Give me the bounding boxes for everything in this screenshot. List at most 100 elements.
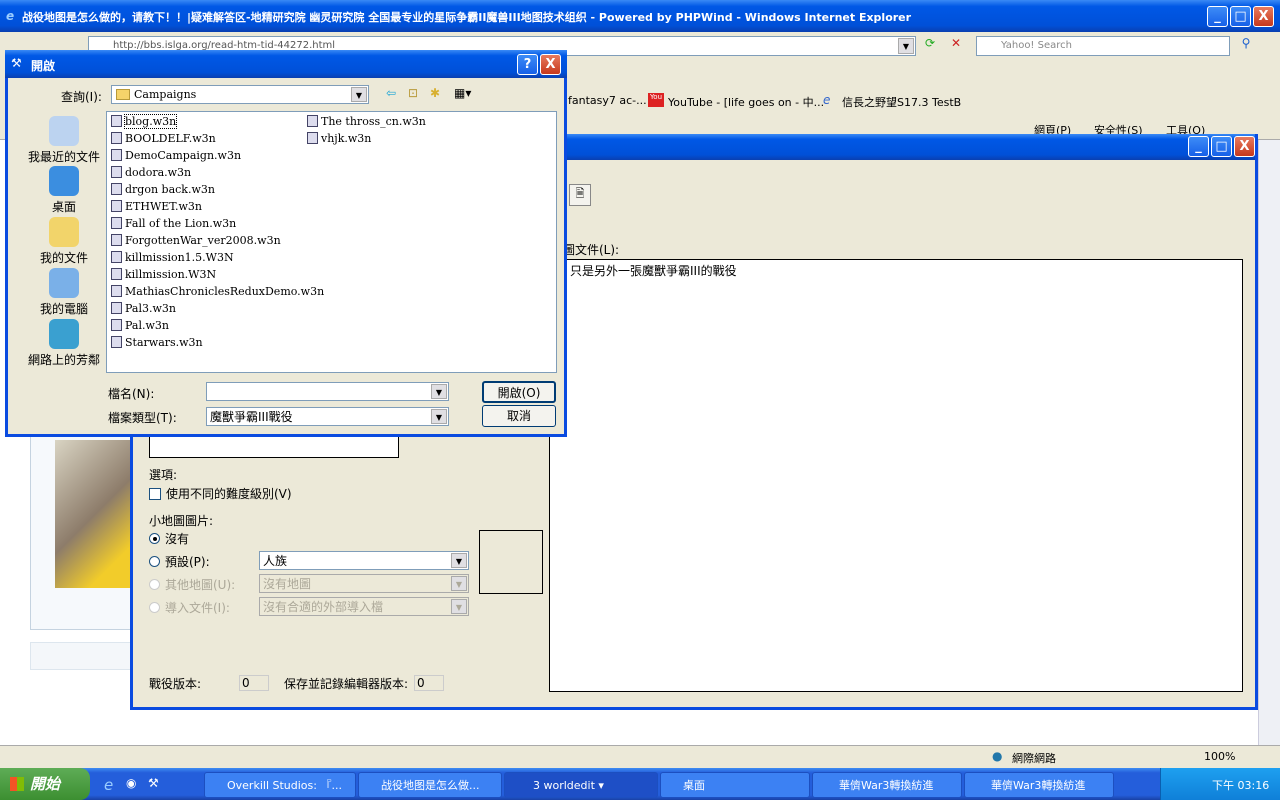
start-button[interactable]: 開始 [0,768,90,800]
quicklaunch-ie-icon[interactable]: e [104,776,113,794]
file-item[interactable]: dodora.w3n [111,164,191,181]
file-item[interactable]: BOOLDELF.w3n [111,130,216,147]
view-menu-icon[interactable]: ▦▾ [454,86,471,100]
minimize-button[interactable]: _ [1188,136,1209,157]
avatar-photo [55,440,135,588]
place-network[interactable]: 網路上的芳鄰 [20,319,108,368]
import-select[interactable]: 沒有合適的外部導入檔 ▼ [259,597,469,616]
close-button[interactable]: X [1253,6,1274,27]
file-item[interactable]: Starwars.w3n [111,334,203,351]
file-item[interactable]: Pal.w3n [111,317,169,334]
filetype-select[interactable]: 魔獸爭霸III戰役 ▼ [206,407,449,426]
filename-input[interactable]: ▼ [206,382,449,401]
radio-none[interactable]: 沒有 [149,530,189,547]
default-select[interactable]: 人族 ▼ [259,551,469,570]
ie-page-icon: e [823,93,831,107]
radio-default[interactable]: 預設(P): [149,553,210,570]
campaign-file-icon [111,234,122,246]
quicklaunch-worldedit-icon[interactable]: ⚒ [148,776,159,790]
stop-icon[interactable]: ✕ [946,36,966,56]
favorite-link[interactable]: 信長之野望S17.3 TestB [842,94,961,110]
maximize-button[interactable]: □ [1230,6,1251,27]
file-item[interactable]: The thross_cn.w3n [307,113,426,130]
minimap-label: 小地圖圖片: [149,514,214,528]
campaign-file-icon [111,268,122,280]
search-input[interactable]: Yahoo! Search [976,36,1230,56]
file-item[interactable]: DemoCampaign.w3n [111,147,241,164]
new-folder-icon[interactable]: ✱ [430,86,440,100]
search-icon[interactable]: ⚲ [1236,36,1256,56]
radio-import[interactable]: 導入文件(I): [149,599,230,616]
youtube-icon: You [648,93,664,107]
favorite-link[interactable]: fantasy7 ac-... [568,94,647,107]
cancel-button[interactable]: 取消 [482,405,556,427]
minimize-button[interactable]: _ [1207,6,1228,27]
task-ie[interactable]: 战役地图是怎么做... [358,772,502,798]
help-button[interactable]: ? [517,54,538,75]
close-button[interactable]: X [1234,136,1255,157]
file-item[interactable]: killmission1.5.W3N [111,249,234,266]
doc-label: 圖文件(L): [563,243,620,257]
file-item[interactable]: vhjk.w3n [307,130,371,147]
quicklaunch-icon[interactable]: ◉ [126,776,136,790]
scrollbar[interactable] [1258,140,1280,745]
file-item[interactable]: ETHWET.w3n [111,198,202,215]
task-overkill[interactable]: Overkill Studios: 『... [204,772,356,798]
task-war3-1[interactable]: 華儕War3轉換紡進 [812,772,962,798]
campaign-file-icon [111,251,122,263]
file-item[interactable]: MathiasChroniclesReduxDemo.w3n [111,283,324,300]
open-dialog: ⚒ 開啟 ? X 查詢(I): Campaigns ▼ ⇦ ⊡ ✱ ▦▾ 我最近的… [5,50,567,437]
status-bar: ● 網際網路 100% [0,745,1280,768]
task-worldedit[interactable]: 3 worldedit ▾ [504,772,658,798]
import-icon[interactable]: 🗎 [569,184,591,206]
back-icon[interactable]: ⇦ [386,86,396,100]
place-desktop[interactable]: 桌面 [20,166,108,215]
campaign-file-icon [307,115,318,127]
file-item[interactable]: blog.w3n [111,113,178,130]
status-zone: 網際網路 [1012,752,1056,765]
campaign-file-icon [111,302,122,314]
file-item[interactable]: killmission.W3N [111,266,216,283]
ie-title-bar: e 战役地图是怎么做的，请教下！！|疑难解答区-地精研究院 幽灵研究院 全国最专… [0,0,1280,32]
difficulty-checkbox[interactable]: 使用不同的難度級別(V) [149,485,292,502]
radio-other[interactable]: 其他地圖(U): [149,576,235,593]
refresh-icon[interactable]: ⟳ [920,36,940,56]
windows-logo-icon [10,777,24,791]
file-item[interactable]: Fall of the Lion.w3n [111,215,236,232]
lookin-select[interactable]: Campaigns ▼ [111,85,369,104]
app-icon: ⚒ [11,56,22,70]
file-item[interactable]: Pal3.w3n [111,300,176,317]
ie-icon: e [6,9,15,23]
campaign-file-icon [111,336,122,348]
post-footer [30,642,140,670]
ie-title: 战役地图是怎么做的，请教下！！|疑难解答区-地精研究院 幽灵研究院 全国最专业的… [22,11,912,24]
campaign-file-icon [111,183,122,195]
dialog-title-bar: ⚒ 開啟 ? X [5,50,567,78]
editor-version-field[interactable]: 0 [414,675,444,691]
minimap-preview [479,530,543,594]
up-folder-icon[interactable]: ⊡ [408,86,418,100]
campaign-version-field[interactable]: 0 [239,675,269,691]
lookin-label: 查詢(I): [61,90,102,104]
open-button[interactable]: 開啟(O) [482,381,556,403]
place-recent[interactable]: 我最近的文件 [20,116,108,165]
filetype-label: 檔案類型(T): [108,411,177,425]
close-button[interactable]: X [540,54,561,75]
file-item[interactable]: drgon back.w3n [111,181,215,198]
favorite-link[interactable]: YouTube - [life goes on - 中... [668,94,824,110]
task-war3-2[interactable]: 華儕War3轉換紡進 [964,772,1114,798]
file-item[interactable]: ForgottenWar_ver2008.w3n [111,232,281,249]
campaign-file-icon [111,319,122,331]
zoom-level[interactable]: 100% [1204,750,1235,763]
other-select[interactable]: 沒有地圖 ▼ [259,574,469,593]
maximize-button[interactable]: □ [1211,136,1232,157]
editor-version-label: 保存並記錄編輯器版本: [284,677,409,691]
description-textarea[interactable]: 只是另外一張魔獸爭霸III的戰役 [549,259,1243,692]
place-documents[interactable]: 我的文件 [20,217,108,266]
clock: 下午 03:16 [1212,779,1270,792]
file-list[interactable]: blog.w3n BOOLDELF.w3n DemoCampaign.w3n dodo… [106,111,557,373]
place-computer[interactable]: 我的電腦 [20,268,108,317]
folder-icon [116,89,130,100]
task-desktop[interactable]: 桌面 [660,772,810,798]
campaign-file-icon [111,132,122,144]
